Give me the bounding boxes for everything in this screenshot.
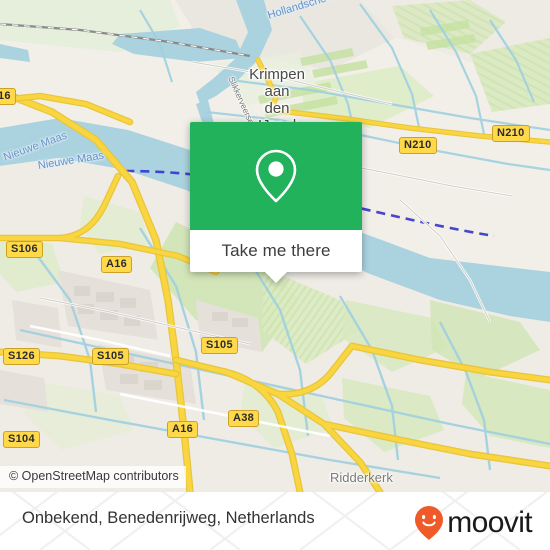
location-title: Onbekend, Benedenrijweg, Netherlands <box>22 509 315 527</box>
screenshot-root: Krimpen aan den IJssel Ridderkerk Nieuwe… <box>0 0 550 550</box>
moovit-pin-smiley-icon <box>415 506 444 540</box>
take-me-there-button[interactable]: Take me there <box>190 230 362 283</box>
map-attribution[interactable]: © OpenStreetMap contributors <box>0 466 186 488</box>
map-pin-icon <box>255 149 297 203</box>
moovit-logo[interactable]: moovit <box>414 505 533 541</box>
take-me-there-label: Take me there <box>221 241 331 260</box>
location-popup[interactable]: Take me there <box>190 122 362 283</box>
popup-pointer-tail <box>265 272 287 283</box>
map-canvas[interactable]: Krimpen aan den IJssel Ridderkerk Nieuwe… <box>0 0 550 492</box>
moovit-wordmark: moovit <box>447 506 532 539</box>
footer-bar: Onbekend, Benedenrijweg, Netherlands moo… <box>0 492 550 550</box>
popup-image-area <box>190 122 362 230</box>
